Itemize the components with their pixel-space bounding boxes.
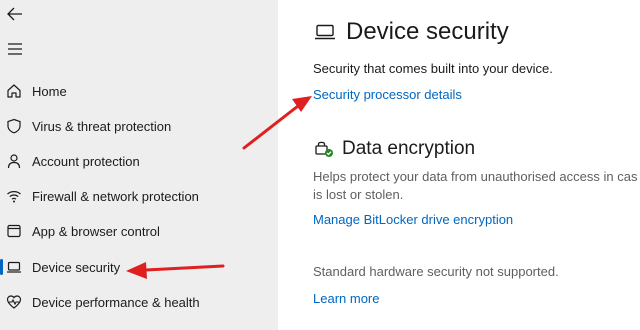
sidebar-item-label: App & browser control xyxy=(32,223,160,239)
sidebar-item-home[interactable]: Home xyxy=(0,76,278,106)
laptop-icon xyxy=(314,24,336,40)
sidebar-item-label: Account protection xyxy=(32,153,140,169)
sidebar-item-label: Home xyxy=(32,83,67,99)
page-title: Device security xyxy=(346,18,509,45)
page-header: Device security xyxy=(314,18,509,46)
hardware-security-status: Standard hardware security not supported… xyxy=(313,264,559,279)
sidebar-item-app-browser-control[interactable]: App & browser control xyxy=(0,216,278,246)
sidebar-item-virus-protection[interactable]: Virus & threat protection xyxy=(0,111,278,141)
sidebar: Home Virus & threat protection Account p… xyxy=(0,0,278,330)
data-encryption-header: Data encryption xyxy=(314,138,475,160)
sidebar-item-label: Device performance & health xyxy=(32,294,200,310)
section-title: Data encryption xyxy=(342,138,476,159)
sidebar-item-label: Firewall & network protection xyxy=(32,188,199,204)
sidebar-item-device-performance[interactable]: Device performance & health xyxy=(0,287,278,317)
laptop-icon xyxy=(6,259,22,275)
active-indicator xyxy=(0,259,3,275)
encryption-description-line2: is lost or stolen. xyxy=(313,187,404,202)
page-subtitle: Security that comes built into your devi… xyxy=(313,61,553,76)
sidebar-item-label: Virus & threat protection xyxy=(32,118,172,134)
sidebar-item-firewall[interactable]: Firewall & network protection xyxy=(0,181,278,211)
main-content: Device security Security that comes buil… xyxy=(278,0,640,330)
hamburger-menu-icon[interactable] xyxy=(7,42,23,56)
app-window-icon xyxy=(6,223,22,239)
person-icon xyxy=(6,153,22,169)
home-icon xyxy=(6,83,22,99)
encryption-description-line1: Helps protect your data from unauthorise… xyxy=(313,169,638,184)
sidebar-item-label: Device security xyxy=(32,259,121,275)
learn-more-link[interactable]: Learn more xyxy=(313,291,379,306)
back-arrow-icon[interactable] xyxy=(6,5,24,23)
wifi-icon xyxy=(6,188,22,204)
heart-pulse-icon xyxy=(6,294,22,310)
shield-icon xyxy=(6,118,22,134)
manage-bitlocker-link[interactable]: Manage BitLocker drive encryption xyxy=(313,212,513,227)
lock-with-check-icon xyxy=(314,139,334,159)
sidebar-item-account-protection[interactable]: Account protection xyxy=(0,146,278,176)
sidebar-item-device-security[interactable]: Device security xyxy=(0,252,278,282)
security-processor-details-link[interactable]: Security processor details xyxy=(313,87,462,102)
